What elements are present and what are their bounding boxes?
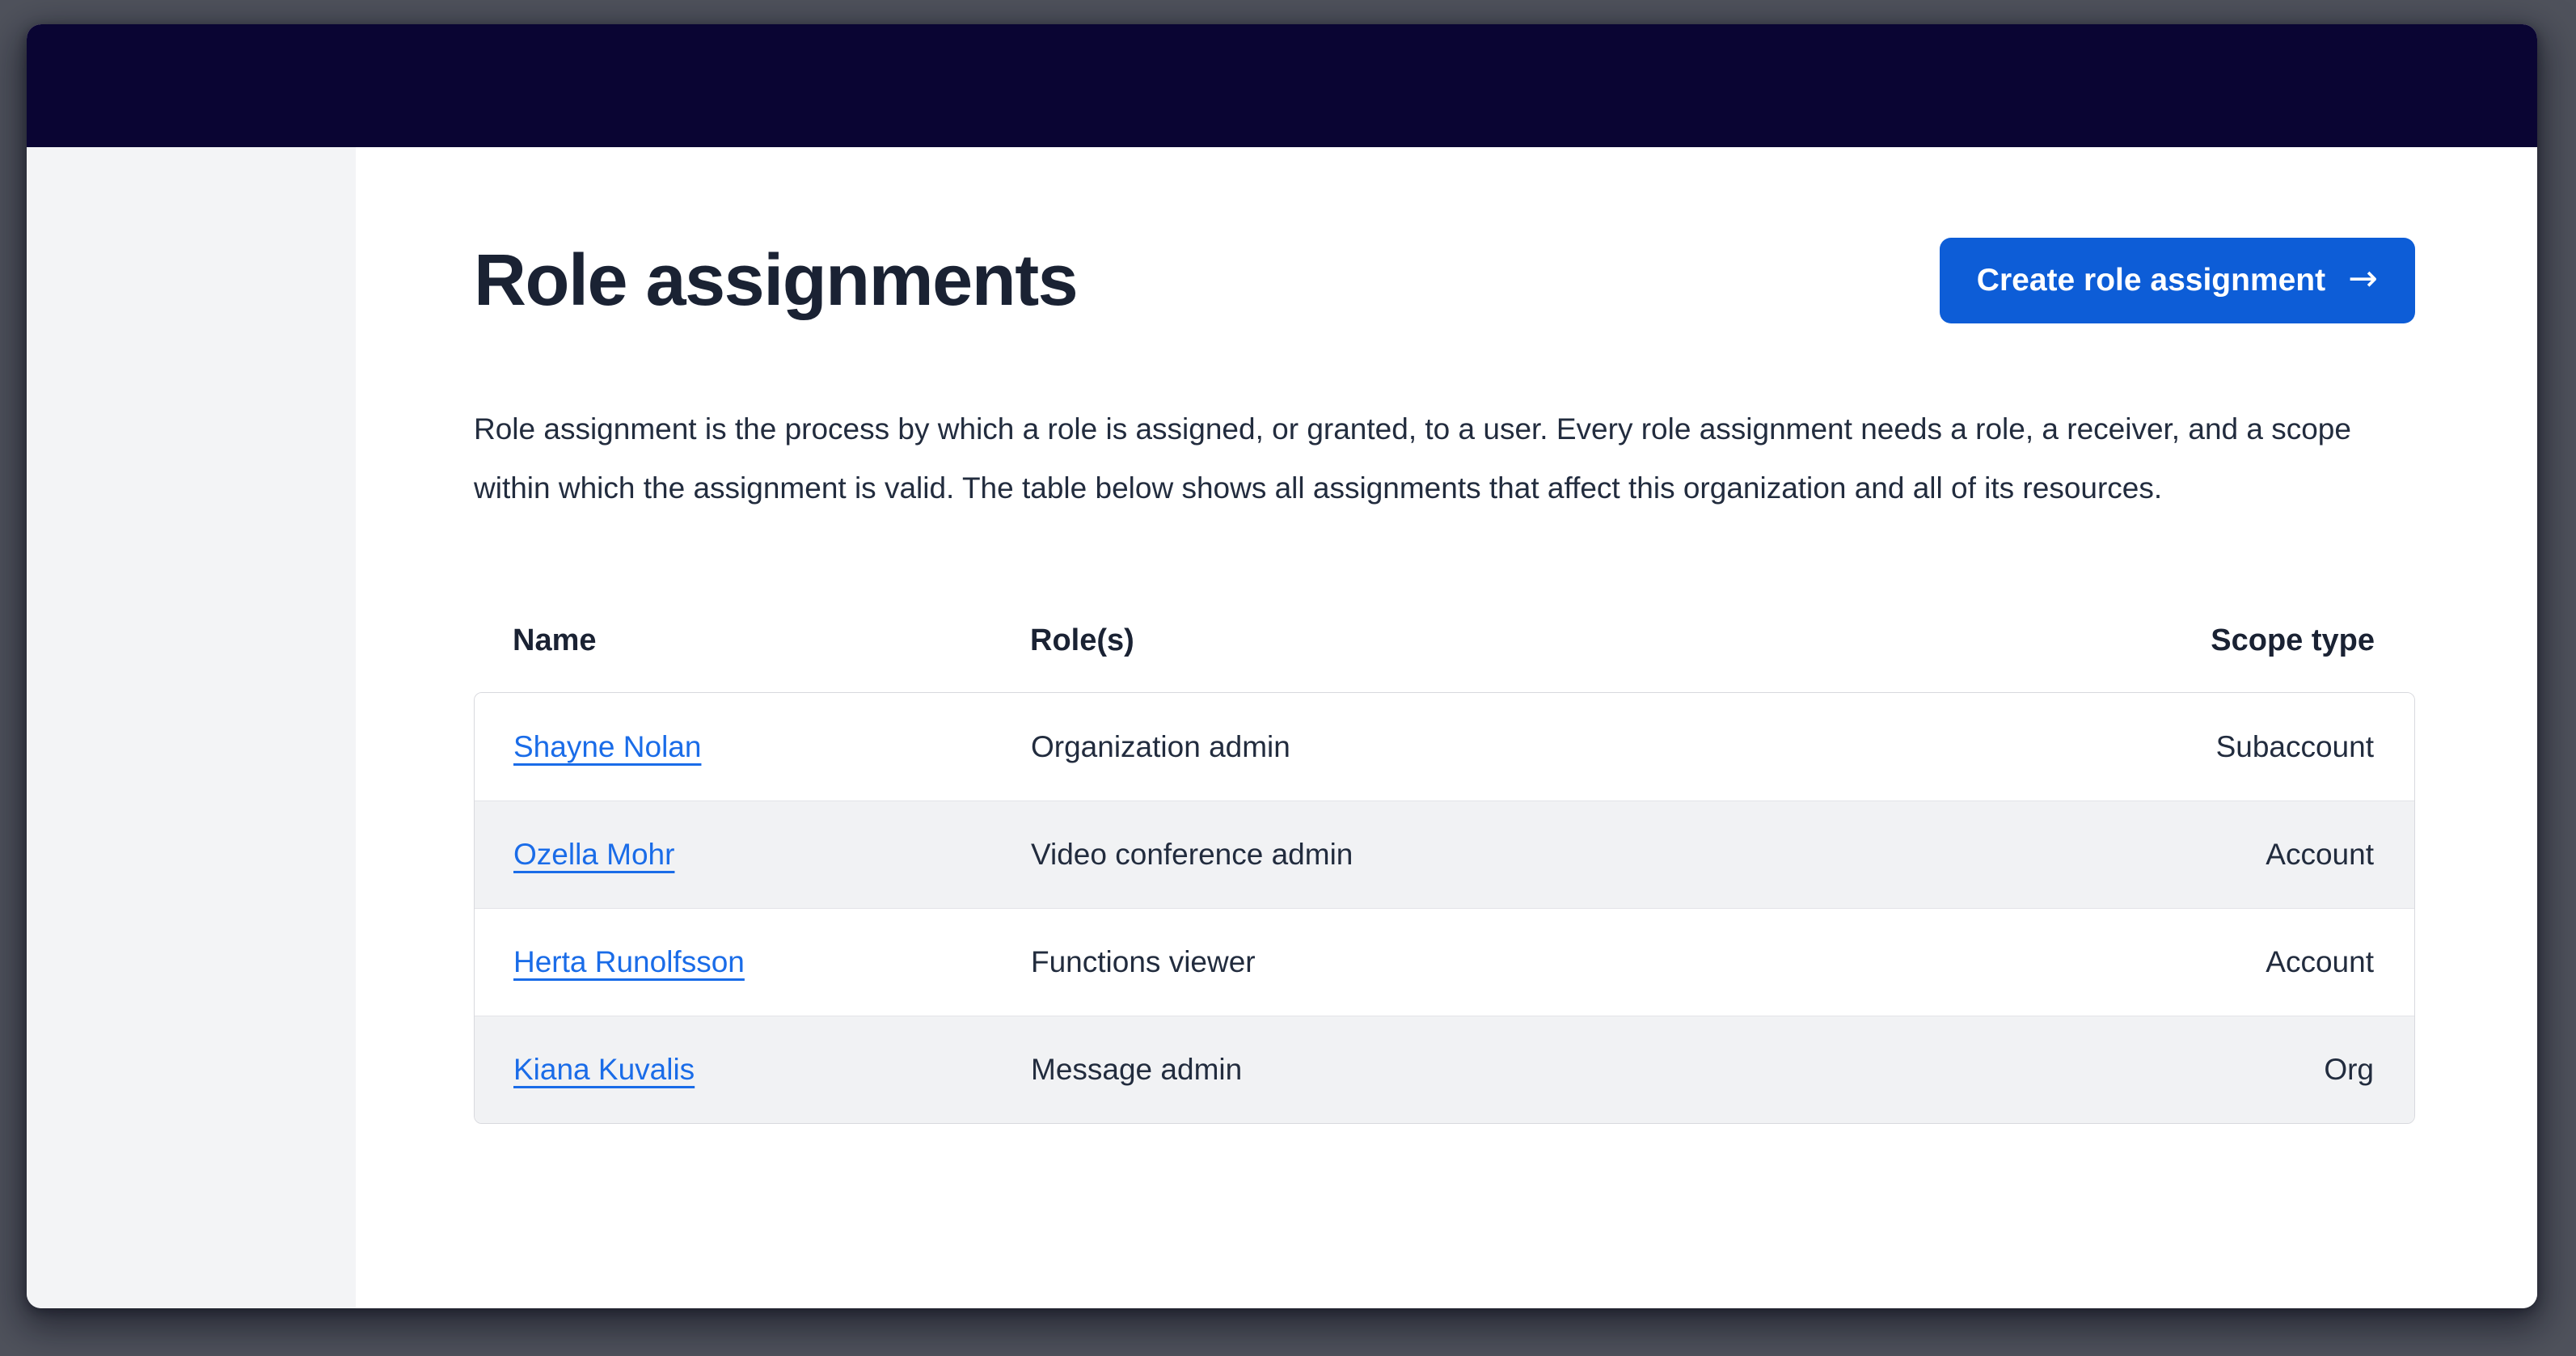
table-body: Shayne Nolan Organization admin Subaccou…	[474, 692, 2415, 1124]
user-name-link[interactable]: Shayne Nolan	[513, 730, 701, 763]
name-cell: Herta Runolfsson	[475, 945, 1031, 979]
scope-type-cell: Subaccount	[2075, 730, 2414, 764]
page-header: Role assignments Create role assignment …	[474, 238, 2415, 323]
scope-type-cell: Account	[2075, 838, 2414, 872]
table-header-row: Name Role(s) Scope type	[474, 623, 2415, 692]
main-content: Role assignments Create role assignment …	[356, 147, 2537, 1308]
role-assignments-table: Name Role(s) Scope type Shayne Nolan Org…	[474, 623, 2415, 1124]
page-title: Role assignments	[474, 238, 1077, 323]
page-description: Role assignment is the process by which …	[474, 399, 2406, 517]
column-header-name: Name	[474, 623, 1030, 658]
roles-cell: Functions viewer	[1031, 945, 2075, 979]
roles-cell: Message admin	[1031, 1053, 2075, 1087]
sidebar	[27, 147, 356, 1308]
create-role-assignment-button-label: Create role assignment	[1977, 263, 2325, 298]
desktop-canvas: { "page": { "title": "Role assignments",…	[0, 0, 2576, 1356]
scope-type-cell: Org	[2075, 1053, 2414, 1087]
table-row: Kiana Kuvalis Message admin Org	[475, 1016, 2414, 1123]
user-name-link[interactable]: Kiana Kuvalis	[513, 1053, 695, 1086]
app-header-bar	[27, 24, 2537, 147]
name-cell: Ozella Mohr	[475, 838, 1031, 872]
table-row: Shayne Nolan Organization admin Subaccou…	[475, 693, 2414, 801]
column-header-roles: Role(s)	[1030, 623, 2076, 658]
table-row: Herta Runolfsson Functions viewer Accoun…	[475, 908, 2414, 1016]
name-cell: Kiana Kuvalis	[475, 1053, 1031, 1087]
user-name-link[interactable]: Ozella Mohr	[513, 838, 674, 871]
table-row: Ozella Mohr Video conference admin Accou…	[475, 801, 2414, 908]
app-window: Role assignments Create role assignment …	[27, 24, 2537, 1308]
roles-cell: Organization admin	[1031, 730, 2075, 764]
arrow-right-icon: →	[2348, 261, 2378, 297]
create-role-assignment-button[interactable]: Create role assignment →	[1940, 238, 2415, 323]
app-body: Role assignments Create role assignment …	[27, 147, 2537, 1308]
roles-cell: Video conference admin	[1031, 838, 2075, 872]
column-header-scope-type: Scope type	[2076, 623, 2415, 658]
name-cell: Shayne Nolan	[475, 730, 1031, 764]
scope-type-cell: Account	[2075, 945, 2414, 979]
user-name-link[interactable]: Herta Runolfsson	[513, 945, 745, 978]
